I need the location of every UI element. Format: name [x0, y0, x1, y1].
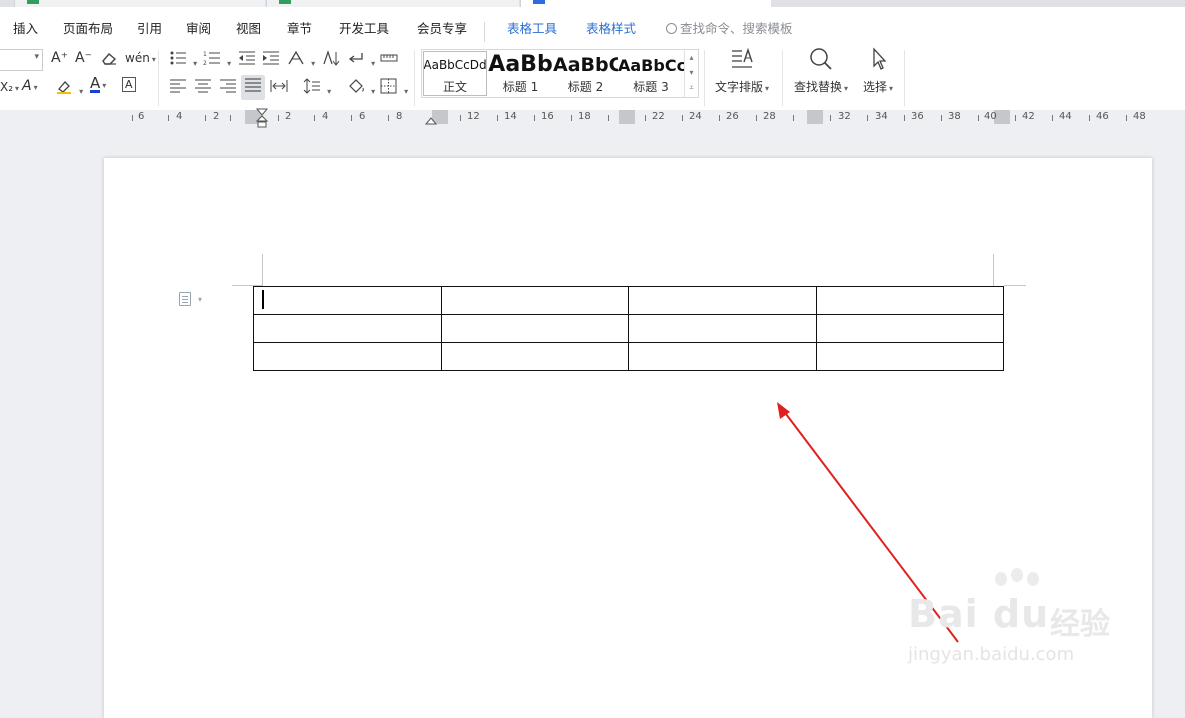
- watermark-url: jingyan.baidu.com: [908, 644, 1075, 665]
- paw-logo: [1011, 568, 1023, 582]
- paw-logo: [995, 572, 1007, 586]
- watermark-brand: Bai du: [908, 592, 1050, 636]
- paw-logo: [1027, 572, 1039, 586]
- watermark-cn: 经验: [1050, 607, 1110, 642]
